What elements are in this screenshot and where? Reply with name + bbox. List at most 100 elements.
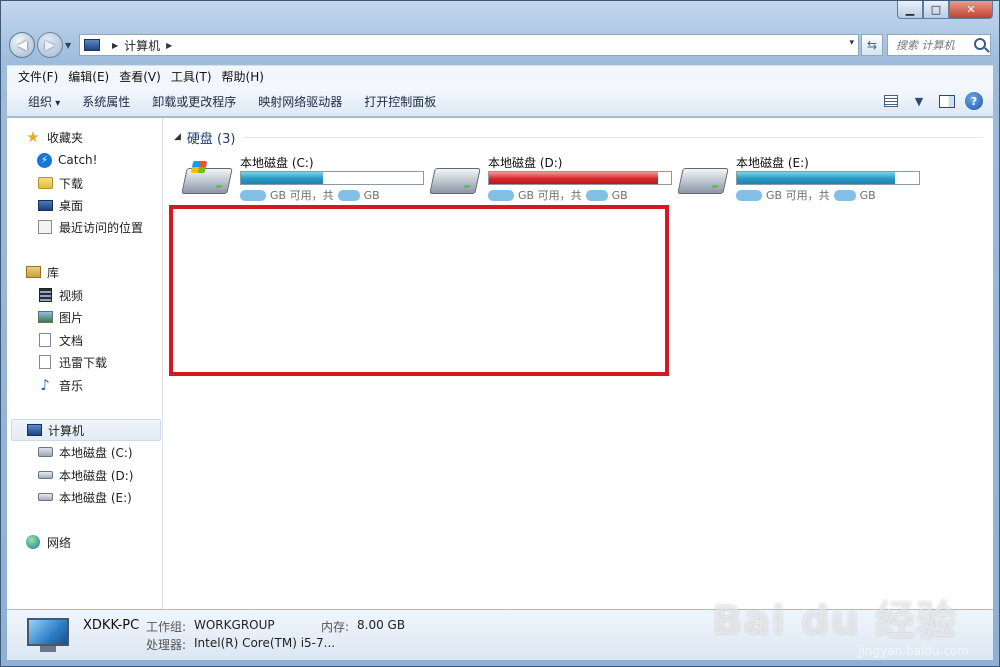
address-dropdown-icon[interactable]: ▾ (849, 38, 854, 48)
drive-icon (37, 471, 53, 479)
nav-recent-label: 最近访问的位置 (59, 220, 144, 235)
processor-label: 处理器: (146, 638, 187, 652)
nav-downloads[interactable]: 下载 (37, 172, 83, 194)
computer-icon (26, 424, 42, 436)
recent-places-icon (38, 220, 52, 234)
menu-view[interactable]: 查看(V) (114, 68, 166, 85)
music-icon: ♪ (40, 376, 50, 394)
search-icon[interactable] (974, 38, 986, 50)
drive-tile-c[interactable]: 本地磁盘 (C:) GB 可用，共 GB (176, 154, 424, 203)
system-properties-button[interactable]: 系统属性 (71, 93, 141, 110)
refresh-button[interactable]: ⇆ (861, 34, 883, 56)
nav-thunder-downloads[interactable]: 迅雷下载 (37, 351, 107, 373)
back-button[interactable]: ◀ (9, 32, 35, 58)
minimize-button[interactable]: ▁ (897, 1, 923, 19)
nav-music[interactable]: ♪ 音乐 (37, 374, 83, 396)
explorer-window: ▁ □ ✕ ◀ ▶ ▼ ▶ 计算机 ▶ ▾ ⇆ 文件(F) 编辑(E) 查看(V… (0, 0, 1000, 667)
redacted-value (240, 189, 266, 201)
nav-network[interactable]: 网络 (25, 531, 71, 553)
maximize-button[interactable]: □ (923, 1, 949, 19)
redacted-value (488, 189, 514, 201)
forward-button[interactable]: ▶ (37, 32, 63, 58)
menu-file[interactable]: 文件(F) (13, 68, 63, 85)
menu-help[interactable]: 帮助(H) (217, 68, 269, 85)
drive-space-end: GB (363, 188, 380, 202)
nav-documents[interactable]: 文档 (37, 329, 83, 351)
address-bar[interactable]: ▶ 计算机 ▶ ▾ (79, 34, 859, 56)
nav-drive-e-label: 本地磁盘 (E:) (59, 490, 132, 505)
nav-favorites[interactable]: ★ 收藏夹 (25, 126, 83, 148)
breadcrumb-chevron-icon[interactable]: ▶ (166, 41, 172, 50)
drive-tile-d[interactable]: 本地磁盘 (D:) GB 可用，共 GB (424, 154, 672, 202)
uninstall-program-button[interactable]: 卸载或更改程序 (141, 93, 247, 110)
view-icon (884, 95, 898, 107)
breadcrumb-separator-icon[interactable]: ▶ (112, 41, 118, 50)
command-bar: 组织 系统属性 卸载或更改程序 映射网络驱动器 打开控制面板 ▼ ? (7, 87, 993, 117)
help-button[interactable]: ? (965, 92, 983, 110)
nav-drive-c-label: 本地磁盘 (C:) (59, 445, 133, 460)
drive-icon (677, 168, 729, 194)
redacted-value (337, 189, 360, 201)
nav-pictures-label: 图片 (59, 310, 84, 325)
drive-usage-fill (489, 172, 659, 184)
caption-buttons: ▁ □ ✕ (897, 1, 993, 19)
breadcrumb-computer[interactable]: 计算机 (124, 37, 160, 54)
preview-pane-button[interactable] (937, 92, 957, 110)
drive-icon (37, 493, 53, 501)
drive-tile-e[interactable]: 本地磁盘 (E:) GB 可用，共 GB (672, 154, 920, 203)
toolbar-right: ▼ ? (873, 92, 983, 110)
nav-documents-label: 文档 (59, 333, 84, 348)
organize-button[interactable]: 组织 (17, 93, 71, 110)
change-view-button[interactable] (881, 92, 901, 110)
nav-libraries[interactable]: 库 (25, 261, 59, 283)
nav-drive-c[interactable]: 本地磁盘 (C:) (37, 441, 133, 463)
video-icon (38, 288, 52, 302)
documents-icon (39, 333, 51, 347)
address-row: ◀ ▶ ▼ ▶ 计算机 ▶ ▾ ⇆ (9, 31, 991, 59)
monitor-screen (27, 618, 69, 646)
nav-catch[interactable]: ⚡ Catch! (37, 149, 97, 171)
nav-libraries-label: 库 (47, 265, 60, 280)
baidu-watermark: Bai du 经验 (711, 598, 957, 644)
view-options-chevron-icon[interactable]: ▼ (909, 92, 929, 110)
drive-name: 本地磁盘 (E:) (736, 156, 809, 170)
baidu-watermark-url: jingyan.baidu.com (858, 644, 969, 658)
history-dropdown-icon[interactable]: ▼ (65, 41, 75, 50)
group-title: 硬盘 (3) (186, 131, 236, 147)
drive-usage-bar (736, 171, 920, 185)
menu-bar: 文件(F) 编辑(E) 查看(V) 工具(T) 帮助(H) (7, 65, 993, 87)
search-box (887, 34, 991, 56)
nav-recent-places[interactable]: 最近访问的位置 (37, 216, 143, 238)
open-control-panel-button[interactable]: 打开控制面板 (353, 93, 447, 110)
nav-desktop[interactable]: 桌面 (37, 194, 83, 216)
nav-computer-label: 计算机 (48, 423, 85, 438)
redacted-value (833, 189, 856, 201)
monitor-stand (40, 646, 56, 652)
group-divider (243, 136, 983, 138)
menu-tools[interactable]: 工具(T) (166, 68, 217, 85)
catch-icon: ⚡ (37, 152, 52, 168)
nav-network-label: 网络 (47, 535, 72, 550)
nav-drive-d[interactable]: 本地磁盘 (D:) (37, 464, 133, 486)
computer-name: XDKK-PC (83, 618, 140, 633)
highlight-annotation-box (169, 205, 669, 376)
collapse-triangle-icon[interactable]: ◢ (174, 132, 181, 142)
drive-space-text: GB 可用，共 GB (240, 187, 380, 203)
nav-computer[interactable]: 计算机 (11, 419, 161, 441)
computer-icon (84, 39, 100, 51)
network-icon (26, 535, 40, 549)
hard-disks-group-header[interactable]: ◢ 硬盘 (3) (174, 128, 983, 147)
drive-space-text: GB 可用，共 GB (736, 187, 876, 203)
menu-edit[interactable]: 编辑(E) (63, 68, 114, 85)
pictures-icon (37, 311, 53, 323)
drive-name: 本地磁盘 (C:) (240, 156, 314, 170)
close-button[interactable]: ✕ (949, 1, 993, 19)
processor-value: Intel(R) Core(TM) i5-7... (194, 636, 336, 650)
nav-pictures[interactable]: 图片 (37, 306, 83, 328)
nav-videos[interactable]: 视频 (37, 284, 83, 306)
nav-drive-e[interactable]: 本地磁盘 (E:) (37, 486, 132, 508)
memory-label: 内存: (321, 620, 350, 634)
system-drive-icon (181, 161, 233, 194)
map-network-drive-button[interactable]: 映射网络驱动器 (247, 93, 353, 110)
thunder-downloads-icon (39, 355, 51, 369)
